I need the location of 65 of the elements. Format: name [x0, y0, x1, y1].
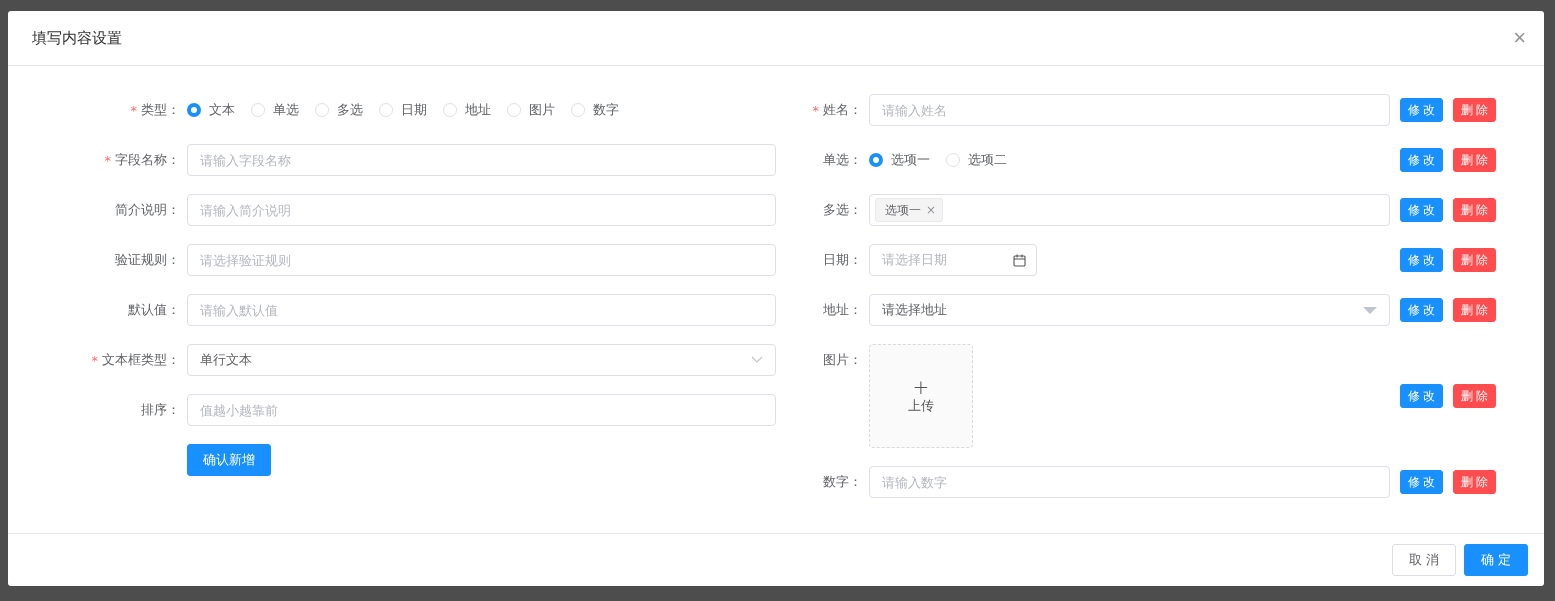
radio-button[interactable]	[187, 103, 201, 117]
text-input[interactable]: 请输入简介说明	[187, 194, 776, 226]
tag-remove[interactable]: ×	[926, 203, 937, 217]
radio-option[interactable]: 地址	[443, 101, 491, 119]
text-input[interactable]: 请输入默认值	[187, 294, 776, 326]
close-button[interactable]: ×	[1513, 25, 1526, 51]
field-label: 日期：	[823, 251, 862, 269]
field-label: 简介说明：	[115, 201, 180, 219]
delete-button[interactable]: 删除	[1453, 198, 1496, 222]
field-label: 图片：	[823, 351, 862, 369]
radio-option[interactable]: 数字	[571, 101, 619, 119]
field-label: 数字：	[823, 473, 862, 491]
delete-button[interactable]: 删除	[1453, 248, 1496, 272]
address-select-field[interactable]: 请选择地址	[869, 294, 1390, 326]
text-input[interactable]: 请输入字段名称	[187, 144, 776, 176]
delete-button[interactable]: 删除	[1453, 298, 1496, 322]
field-label: 类型：	[141, 101, 180, 119]
caret-down-icon	[1363, 306, 1377, 314]
text-input[interactable]: 请输入数字	[869, 466, 1390, 498]
field-label: 地址：	[823, 301, 862, 319]
edit-button[interactable]: 修改	[1400, 248, 1443, 272]
radio-option[interactable]: 日期	[379, 101, 427, 119]
field-label: 单选：	[823, 151, 862, 169]
text-input[interactable]: 请选择验证规则	[187, 244, 776, 276]
radio-option[interactable]: 单选	[251, 101, 299, 119]
delete-button[interactable]: 删除	[1453, 148, 1496, 172]
edit-button[interactable]: 修改	[1400, 298, 1443, 322]
edit-button[interactable]: 修改	[1400, 148, 1443, 172]
edit-button[interactable]: 修改	[1400, 98, 1443, 122]
delete-button[interactable]: 删除	[1453, 470, 1496, 494]
radio-option[interactable]: 多选	[315, 101, 363, 119]
field-label: 多选：	[823, 201, 862, 219]
confirm-button[interactable]: 确定	[1464, 544, 1528, 576]
text-input[interactable]: 值越小越靠前	[187, 394, 776, 426]
field-label: 默认值：	[128, 301, 180, 319]
field-label: 姓名：	[823, 101, 862, 119]
required-asterisk: *	[130, 102, 137, 118]
required-asterisk: *	[812, 102, 819, 118]
edit-button[interactable]: 修改	[1400, 198, 1443, 222]
delete-button[interactable]: 删除	[1453, 98, 1496, 122]
radio-option[interactable]: 文本	[187, 101, 235, 119]
required-asterisk: *	[104, 152, 111, 168]
field-label: 排序：	[141, 401, 180, 419]
radio-option[interactable]: 选项一	[869, 151, 930, 169]
calendar-icon	[1013, 253, 1026, 267]
select-field[interactable]: 单行文本	[187, 344, 776, 376]
field-label: 文本框类型：	[102, 351, 180, 369]
chevron-down-icon	[751, 356, 763, 364]
delete-button[interactable]: 删除	[1453, 384, 1496, 408]
radio-option[interactable]: 图片	[507, 101, 555, 119]
dialog-title: 填写内容设置	[32, 28, 122, 48]
edit-button[interactable]: 修改	[1400, 384, 1443, 408]
selected-tag: 选项一 ×	[875, 198, 944, 222]
required-asterisk: *	[91, 352, 98, 368]
cancel-button[interactable]: 取消	[1392, 544, 1456, 576]
date-picker-field[interactable]: 请选择日期	[869, 244, 1037, 276]
field-label: 验证规则：	[115, 251, 180, 269]
field-label: 字段名称：	[115, 151, 180, 169]
radio-option[interactable]: 选项二	[946, 151, 1007, 169]
radio-button[interactable]	[869, 153, 883, 167]
multi-select-field[interactable]: 选项一 ×	[869, 194, 1390, 226]
edit-button[interactable]: 修改	[1400, 470, 1443, 494]
image-upload-box[interactable]: + 上传	[869, 344, 973, 448]
confirm-add-button[interactable]: 确认新增	[187, 444, 271, 476]
text-input[interactable]: 请输入姓名	[869, 94, 1390, 126]
